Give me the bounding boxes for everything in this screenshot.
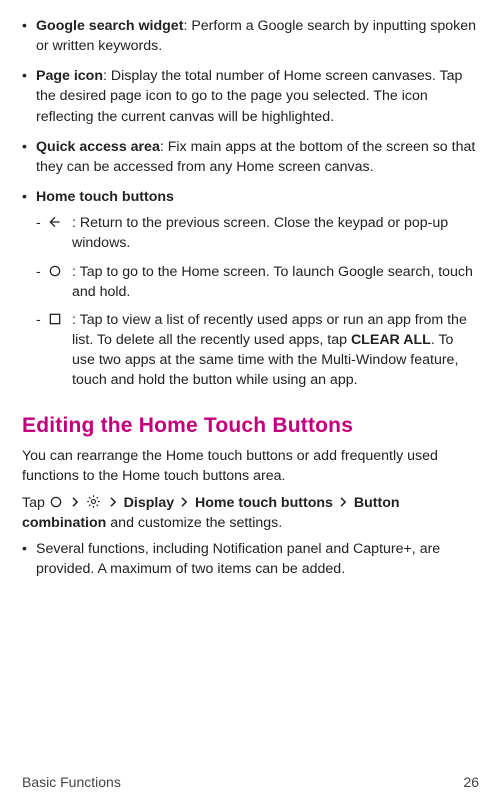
chevron-right-icon [181, 493, 188, 513]
dash: - [36, 310, 46, 330]
sub-item-recent: - : Tap to view a list of recently used … [36, 310, 479, 391]
item-label: Google search widget [36, 18, 183, 34]
sub-item-home: - : Tap to go to the Home screen. To lau… [36, 262, 479, 302]
path-home-touch-buttons: Home touch buttons [195, 495, 333, 511]
bullet-text: Several functions, including Notificatio… [36, 541, 440, 577]
section-heading: Editing the Home Touch Buttons [22, 411, 479, 441]
item-label: Quick access area [36, 139, 160, 155]
item-label: Page icon [36, 68, 103, 84]
tap-label: Tap [22, 495, 49, 511]
item-google-search-widget: Google search widget: Perform a Google s… [22, 16, 479, 56]
home-circle-icon [48, 264, 62, 278]
footer-section: Basic Functions [22, 773, 121, 793]
back-icon [48, 215, 62, 229]
section-bullet-list: Several functions, including Notificatio… [22, 539, 479, 579]
page-footer: Basic Functions 26 [22, 773, 479, 793]
dash: - [36, 213, 46, 233]
path-display: Display [124, 495, 174, 511]
dash: - [36, 262, 46, 282]
home-circle-icon [49, 495, 63, 509]
footer-page-number: 26 [463, 773, 479, 793]
home-touch-sublist: - : Return to the previous screen. Close… [36, 213, 479, 390]
section-intro: You can rearrange the Home touch buttons… [22, 446, 479, 486]
sub-item-text: : Return to the previous screen. Close t… [72, 215, 448, 251]
item-home-touch-buttons: Home touch buttons - : Return to the pre… [22, 187, 479, 390]
feature-list: Google search widget: Perform a Google s… [22, 16, 479, 391]
recent-square-icon [48, 312, 62, 326]
item-quick-access-area: Quick access area: Fix main apps at the … [22, 137, 479, 177]
path-tail: and customize the settings. [110, 515, 282, 531]
settings-gear-icon [86, 494, 101, 509]
chevron-right-icon [110, 493, 117, 513]
sub-item-text: : Tap to go to the Home screen. To launc… [72, 264, 473, 300]
section-bullet: Several functions, including Notificatio… [22, 539, 479, 579]
item-page-icon: Page icon: Display the total number of H… [22, 66, 479, 126]
item-label: Home touch buttons [36, 189, 174, 205]
sub-item-back: - : Return to the previous screen. Close… [36, 213, 479, 253]
chevron-right-icon [72, 493, 79, 513]
chevron-right-icon [340, 493, 347, 513]
clear-all-label: CLEAR ALL [351, 332, 431, 348]
navigation-path: Tap Display Home touch buttons Button co… [22, 493, 479, 533]
